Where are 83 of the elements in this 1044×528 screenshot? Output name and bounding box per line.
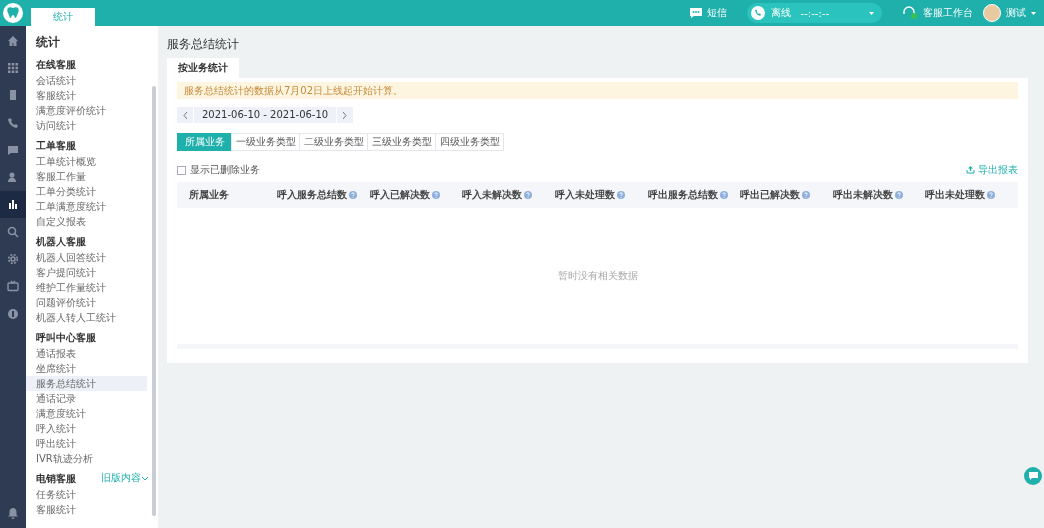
- sidebar-item[interactable]: 机器人回答统计: [26, 250, 147, 265]
- section-heading: 呼叫中心客服: [36, 330, 96, 345]
- avatar[interactable]: [983, 4, 1001, 22]
- help-icon[interactable]: [894, 191, 903, 199]
- sidebar-item[interactable]: 满意度评价统计: [26, 103, 147, 118]
- column-header: 呼出服务总结数: [647, 188, 718, 202]
- nav-item[interactable]: [0, 190, 26, 219]
- section-heading: 电销客服: [36, 471, 76, 486]
- column-header: 呼出已解决数: [740, 188, 801, 202]
- sidebar-item[interactable]: 客服统计: [26, 88, 147, 103]
- document-icon: [7, 89, 19, 102]
- date-range-picker[interactable]: 2021-06-10 - 2021-06-10: [177, 107, 354, 123]
- sidebar-item[interactable]: 会话统计: [26, 73, 147, 88]
- sidebar-item[interactable]: 访问统计: [26, 118, 147, 133]
- sidebar-item[interactable]: 通话记录: [26, 391, 147, 406]
- checkbox-label[interactable]: 显示已删除业务: [190, 163, 260, 177]
- scrollbar[interactable]: [152, 86, 156, 516]
- chat-icon: [1028, 472, 1038, 480]
- help-icon[interactable]: [616, 191, 625, 199]
- chat-icon: [7, 143, 19, 156]
- help-icon[interactable]: [349, 191, 357, 199]
- sidebar-title: 统计: [35, 34, 60, 51]
- sidebar-item[interactable]: 服务总结统计: [26, 376, 147, 391]
- tab[interactable]: 按业务统计: [167, 58, 239, 78]
- caret-icon: [869, 11, 874, 15]
- export-icon[interactable]: [966, 166, 975, 174]
- segment-tab[interactable]: 三级业务类型: [367, 133, 436, 151]
- sidebar-item[interactable]: 客户提问统计: [26, 265, 147, 280]
- segment-tab[interactable]: 二级业务类型: [299, 133, 368, 151]
- empty-message: 暂时没有相关数据: [557, 269, 638, 283]
- section-heading: 工单客服: [36, 138, 76, 153]
- column-header: 呼入服务总结数: [277, 188, 347, 202]
- sidebar-item[interactable]: 工单满意度统计: [26, 199, 147, 214]
- search-icon: [7, 225, 19, 238]
- help-icon[interactable]: [719, 191, 728, 199]
- sidebar-item[interactable]: 工单统计概览: [26, 154, 147, 169]
- page-title: 服务总结统计: [167, 36, 239, 53]
- sidebar-item[interactable]: 机器人转人工统计: [26, 310, 147, 325]
- sidebar-item[interactable]: 任务统计: [26, 487, 147, 502]
- help-icon[interactable]: [987, 191, 996, 199]
- sidebar-item[interactable]: 满意度统计: [26, 406, 147, 421]
- column-header: 呼入未解决数: [462, 188, 523, 202]
- grid-icon: [7, 61, 19, 74]
- monitor-icon: [7, 280, 19, 293]
- chevron-down-icon[interactable]: [142, 476, 148, 481]
- sidebar-item[interactable]: 自定义报表: [26, 214, 147, 229]
- sidebar-item[interactable]: 呼出统计: [26, 436, 147, 451]
- home-icon: [7, 34, 19, 47]
- bar-chart-icon: [7, 198, 19, 211]
- checkbox[interactable]: [177, 165, 186, 175]
- column-header: 呼入已解决数: [369, 188, 430, 202]
- sidebar-item[interactable]: 问题评价统计: [26, 295, 147, 310]
- help-icon[interactable]: [802, 191, 811, 199]
- next-icon[interactable]: [343, 111, 348, 119]
- caret-icon: [1031, 11, 1036, 15]
- bell-icon[interactable]: [7, 507, 19, 519]
- sidebar-item[interactable]: 客服工作量: [26, 169, 147, 184]
- sidebar-item[interactable]: 维护工作量统计: [26, 280, 147, 295]
- sms-icon[interactable]: [689, 8, 702, 18]
- sidebar-item[interactable]: 呼入统计: [26, 421, 147, 436]
- column-header: 呼入未处理数: [554, 188, 615, 202]
- headset-icon[interactable]: [902, 6, 918, 20]
- section-heading: 在线客服: [36, 57, 76, 72]
- sidebar-item[interactable]: 工单分类统计: [26, 184, 147, 199]
- phone-icon: [7, 116, 19, 129]
- sidebar-item[interactable]: IVR轨迹分析: [26, 451, 147, 466]
- coin-icon: [7, 307, 19, 320]
- phone-icon: [750, 6, 765, 20]
- column-header: 呼出未处理数: [925, 188, 986, 202]
- segment-tab[interactable]: 一级业务类型: [231, 133, 300, 151]
- settings-icon: [7, 253, 19, 265]
- column-header: 所属业务: [189, 188, 229, 202]
- help-icon[interactable]: [431, 191, 440, 199]
- section-heading: 机器人客服: [36, 234, 86, 249]
- help-icon[interactable]: [524, 191, 533, 199]
- notice-banner: 服务总结统计的数据从7月02日上线起开始计算。: [177, 82, 1018, 99]
- segment-tab[interactable]: 四级业务类型: [435, 133, 504, 151]
- previous-icon[interactable]: [183, 111, 187, 119]
- person-icon: [7, 171, 19, 184]
- column-header: 呼出未解决数: [832, 188, 893, 202]
- sidebar-item[interactable]: 坐席统计: [26, 361, 147, 376]
- sidebar-item[interactable]: 客服统计: [26, 502, 147, 517]
- sidebar-item[interactable]: 通话报表: [26, 346, 147, 361]
